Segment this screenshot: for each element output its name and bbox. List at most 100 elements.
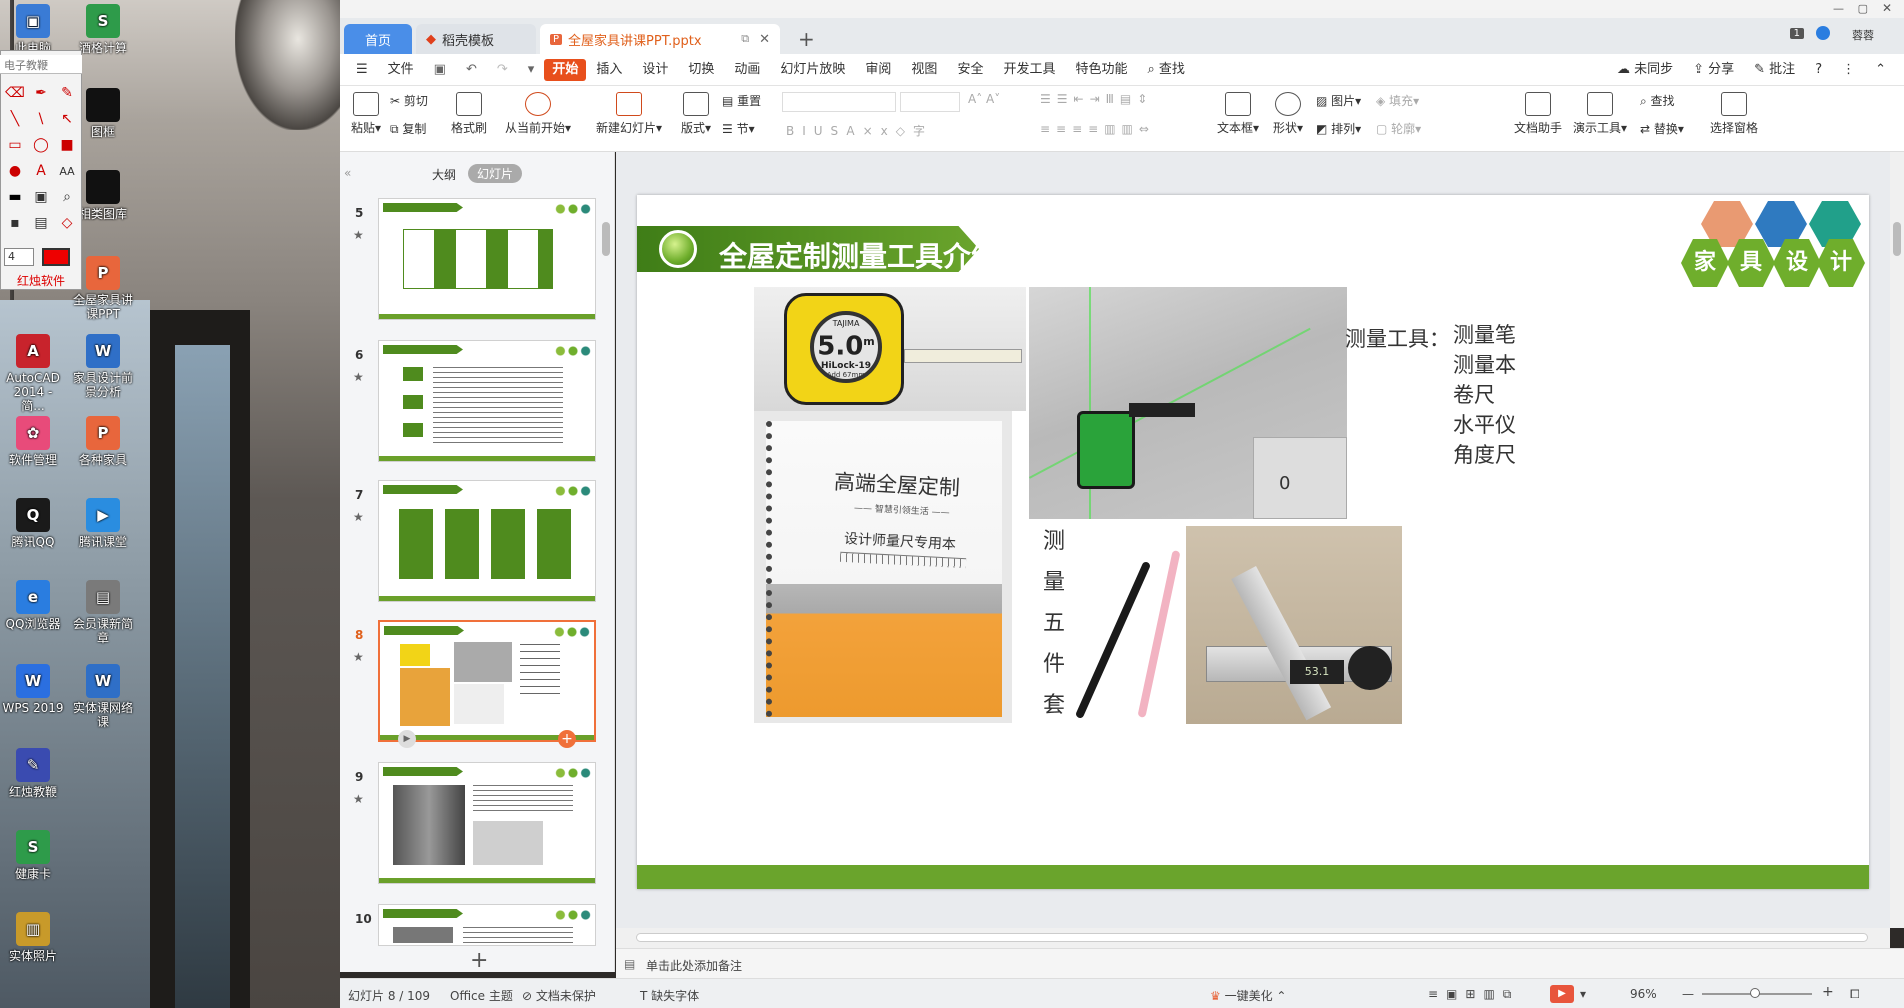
replace-button[interactable]: ⇄ 替换▾ [1640, 120, 1684, 137]
collapse-panel-icon[interactable]: « [344, 166, 351, 180]
diamond-icon[interactable]: ◇ [54, 210, 80, 236]
text-size-icon[interactable]: AA [54, 158, 80, 184]
horizontal-scrollbar[interactable] [616, 928, 1890, 948]
doc-helper-button[interactable]: 文档助手 [1512, 92, 1564, 136]
desktop-icon[interactable]: P 各种家具 [72, 416, 134, 467]
shape-button[interactable]: 形状▾ [1268, 92, 1308, 136]
window-count-badge[interactable]: 1 [1789, 28, 1804, 39]
slideshow-options-icon[interactable]: ▾ [1580, 987, 1586, 1001]
add-slide-button[interactable]: + [470, 948, 488, 973]
save-icon[interactable]: ▪ [2, 210, 28, 236]
pen-size-select[interactable]: 4 [4, 248, 34, 266]
line-red-icon[interactable]: \ [28, 106, 54, 132]
desktop-icon[interactable]: W 家具设计前景分析 [72, 334, 134, 399]
desktop-icon[interactable]: A AutoCAD 2014 - 简... [2, 334, 64, 413]
section-button[interactable]: ☰ 节▾ [722, 120, 755, 137]
menu-item[interactable]: 幻灯片放映 [770, 59, 855, 81]
slide-8[interactable]: 全屋定制测量工具介绍 家具设计 TAJIMA 5.0m HiLock-19 Ad… [637, 195, 1869, 889]
desktop-icon[interactable]: Q 腾讯QQ [2, 498, 64, 549]
pen-toolbar-title[interactable]: 电子教鞭 [0, 55, 82, 74]
desktop-icon[interactable]: W WPS 2019 [2, 664, 64, 715]
menu-item[interactable]: 开发工具 [993, 59, 1065, 81]
zoom-slider-handle[interactable] [1750, 988, 1760, 998]
quick-more-icon[interactable]: ▾ [518, 59, 545, 81]
desktop-icon[interactable]: ▶ 腾讯课堂 [72, 498, 134, 549]
user-name[interactable]: 蓉蓉 [1852, 27, 1874, 43]
protection-status[interactable]: ⊘ 文档未保护 [522, 987, 596, 1004]
play-from-current-button[interactable]: 从当前开始▾ [500, 92, 576, 136]
view-buttons[interactable]: ≡▣⊞▥⧉ [1428, 987, 1519, 1002]
menu-search[interactable]: ⌕ 查找 [1137, 59, 1194, 81]
menu-item[interactable]: 安全 [947, 59, 993, 81]
fill-button[interactable]: ◈ 填充▾ [1376, 92, 1419, 109]
thumb-play-icon[interactable]: ▶ [398, 730, 416, 748]
font-size-select[interactable] [900, 92, 960, 112]
slide-thumbnail[interactable] [378, 480, 596, 602]
menu-item[interactable]: 视图 [901, 59, 947, 81]
zoom-in-button[interactable]: + [1822, 984, 1834, 1000]
new-slide-button[interactable]: 新建幻灯片▾ [590, 92, 668, 136]
present-tools-button[interactable]: 演示工具▾ [1570, 92, 1630, 136]
highlight-icon[interactable]: ▬ [2, 184, 28, 210]
tab-docer[interactable]: ◆ 稻壳模板 [416, 24, 536, 54]
tab-pptx[interactable]: P 全屋家具讲课PPT.pptx ⧉ ✕ [540, 24, 780, 54]
filled-ellipse-icon[interactable]: ● [2, 158, 28, 184]
text-icon[interactable]: A [28, 158, 54, 184]
cut-button[interactable]: ✂ 剪切 [390, 92, 428, 109]
eraser-icon[interactable]: ⌫ [2, 80, 28, 106]
desktop-icon[interactable]: ✎ 红烛教鞭 [2, 748, 64, 799]
zoom-icon[interactable]: ⌕ [54, 184, 80, 210]
beautify-button[interactable]: ♛ 一键美化 ⌃ [1210, 987, 1286, 1004]
vertical-scroll-thumb[interactable] [1893, 222, 1901, 256]
hamburger-icon[interactable]: ☰ [346, 59, 378, 81]
copy-button[interactable]: ⧉ 复制 [390, 120, 426, 137]
desktop-icon[interactable]: ▥ 实体照片 [2, 912, 64, 963]
menu-item[interactable]: 审阅 [855, 59, 901, 81]
paragraph-buttons[interactable]: ☰☰⇤⇥Ⅲ▤⇕ [1040, 92, 1153, 106]
ellipse-icon[interactable]: ◯ [28, 132, 54, 158]
horizontal-scroll-thumb[interactable] [636, 933, 1868, 942]
slide-thumbnail[interactable] [378, 198, 596, 320]
share-button[interactable]: ⇪ 分享 [1683, 59, 1744, 81]
filled-rect-icon[interactable]: ■ [54, 132, 80, 158]
maximize-button[interactable]: ▢ [1858, 2, 1868, 15]
menu-item[interactable]: 动画 [724, 59, 770, 81]
desktop-icon[interactable]: S 酒格计算 [72, 4, 134, 55]
avatar[interactable] [1816, 26, 1830, 40]
missing-font-status[interactable]: T 缺失字体 [640, 987, 699, 1004]
reset-button[interactable]: ▤ 重置 [722, 92, 761, 109]
thumb-add-slide-button[interactable]: + [558, 730, 576, 748]
fit-window-button[interactable]: ⧠ [1850, 987, 1860, 1002]
panel-scrollbar[interactable] [602, 222, 610, 256]
desktop-icon[interactable]: ▤ 会员课新简章 [72, 580, 134, 645]
tab-outline[interactable]: 大纲 [432, 166, 456, 183]
slide-thumbnail[interactable] [378, 904, 596, 946]
desktop-icon[interactable]: ✿ 软件管理 [2, 416, 64, 467]
zoom-level[interactable]: 96% [1630, 987, 1657, 1001]
close-window-button[interactable]: ✕ [1882, 1, 1892, 15]
tab-home[interactable]: 首页 [344, 24, 412, 54]
desktop-icon[interactable]: e QQ浏览器 [2, 580, 64, 631]
arrow-icon[interactable]: ↖ [54, 106, 80, 132]
desktop-icon[interactable]: S 健康卡 [2, 830, 64, 881]
slideshow-play-button[interactable]: ▶ [1550, 985, 1574, 1003]
tab-slides[interactable]: 幻灯片 [468, 164, 523, 183]
tab-close-icon[interactable]: ✕ [759, 32, 770, 47]
menu-item[interactable]: 插入 [586, 59, 632, 81]
desktop-icon[interactable]: W 实体课网络课 [72, 664, 134, 729]
help-icon[interactable]: ? [1805, 59, 1832, 81]
vertical-scrollbar[interactable] [1890, 152, 1904, 928]
text-style-buttons[interactable]: BIUSA×x◇字 [786, 122, 933, 139]
collapse-ribbon-icon[interactable]: ⌃ [1865, 59, 1896, 81]
menu-item[interactable]: 切换 [678, 59, 724, 81]
picture-button[interactable]: ▨ 图片▾ [1316, 92, 1361, 109]
minimize-button[interactable]: — [1833, 2, 1844, 15]
new-tab-button[interactable]: + [788, 24, 818, 54]
align-buttons[interactable]: ≡≡≡≡▥▥⇔ [1040, 122, 1155, 136]
menu-item[interactable]: 设计 [632, 59, 678, 81]
sync-button[interactable]: ☁ 未同步 [1607, 59, 1683, 81]
comment-button[interactable]: ✎ 批注 [1744, 59, 1805, 81]
pen-icon[interactable]: ✒ [28, 80, 54, 106]
quick-save-icon[interactable]: ▣ [424, 59, 456, 81]
arrange-button[interactable]: ◩ 排列▾ [1316, 120, 1361, 137]
